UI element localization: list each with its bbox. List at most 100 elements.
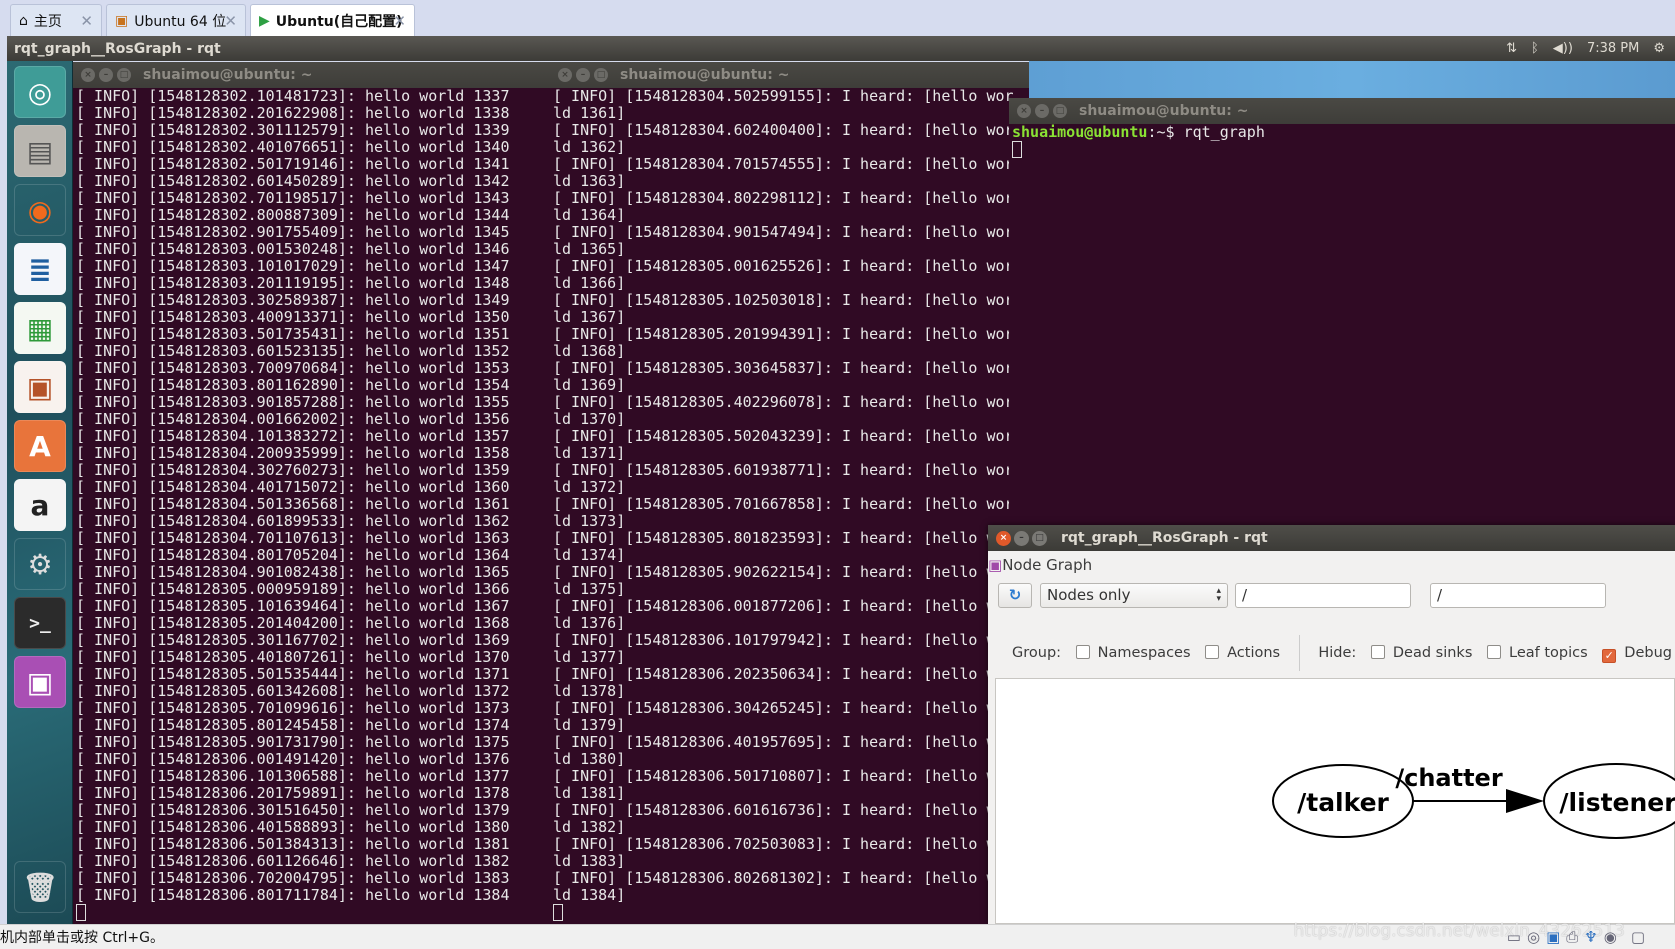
prompt-user: shuaimou@ubuntu [1012, 123, 1148, 141]
network-updown-icon[interactable]: ⇅ [1506, 41, 1517, 56]
close-icon[interactable]: ✕ [224, 12, 237, 30]
log-line: [ INFO] [1548128305.201994391]: I heard:… [553, 325, 1014, 360]
maximize-icon[interactable]: □ [1053, 104, 1067, 118]
ubuntu-dash-icon[interactable]: ◎ [14, 66, 66, 118]
software-center-icon[interactable]: A [14, 420, 66, 472]
node-listener-label: /listener [1559, 788, 1675, 817]
terminal-icon[interactable]: >_ [14, 597, 66, 649]
log-line: [ INFO] [1548128304.401715072]: hello wo… [76, 478, 510, 496]
printer-icon[interactable]: ⎙ [1566, 928, 1578, 946]
graph-mode-select[interactable]: Nodes only ▴ ▾ [1040, 583, 1228, 608]
prompt-path: :~$ [1147, 123, 1184, 141]
checkbox-dead-sinks[interactable]: Dead sinks [1361, 645, 1472, 661]
log-line: [ INFO] [1548128305.001625526]: I heard:… [553, 257, 1014, 292]
checkbox-leaf-topics[interactable]: Leaf topics [1477, 645, 1588, 661]
ubuntu-top-panel: rqt_graph__RosGraph - rqt ⇅ ᛒ ◀)) 7:38 P… [7, 36, 1675, 61]
log-line: [ INFO] [1548128305.701667858]: I heard:… [553, 495, 1014, 530]
checkbox-namespaces[interactable]: Namespaces [1066, 645, 1191, 661]
maximize-icon[interactable]: □ [594, 68, 608, 82]
clock[interactable]: 7:38 PM [1587, 41, 1639, 56]
terminal-window-listener[interactable]: × – □ shuaimou@ubuntu: ~ [ INFO] [154812830… [550, 62, 1029, 924]
minimize-icon[interactable]: – [1035, 104, 1049, 118]
terminal-output[interactable]: [ INFO] [1548128304.502599155]: I heard:… [553, 88, 1014, 924]
log-line: [ INFO] [1548128306.201759891]: hello wo… [76, 784, 510, 802]
log-line: [ INFO] [1548128302.800887309]: hello wo… [76, 206, 510, 224]
log-line: [ INFO] [1548128303.001530248]: hello wo… [76, 240, 510, 258]
log-line: [ INFO] [1548128304.200935999]: hello wo… [76, 444, 510, 462]
plugin-header: ▣Node Graph [988, 556, 1093, 574]
graph-canvas[interactable]: /talker /chatter /listener [995, 678, 1675, 924]
log-line: [ INFO] [1548128304.502599155]: I heard:… [553, 87, 1014, 122]
browser-tab-bar: ⌂ 主页 ✕ ▣ Ubuntu 64 位 ✕ ▶ Ubuntu(自己配置) ✕ [0, 0, 1675, 36]
close-icon[interactable]: × [1017, 104, 1031, 118]
cursor [553, 904, 563, 921]
cursor [1012, 141, 1022, 158]
close-icon[interactable]: ✕ [80, 12, 93, 30]
terminal-title: shuaimou@ubuntu: ~ [143, 67, 313, 83]
log-line: [ INFO] [1548128305.601342608]: hello wo… [76, 682, 510, 700]
checkbox-actions[interactable]: Actions [1195, 645, 1280, 661]
namespace-filter-input[interactable]: / [1235, 583, 1411, 608]
power-gear-icon[interactable]: ⚙ [1653, 41, 1665, 56]
log-line: [ INFO] [1548128304.901082438]: hello wo… [76, 563, 510, 581]
log-line: [ INFO] [1548128303.501735431]: hello wo… [76, 325, 510, 343]
log-line: [ INFO] [1548128306.801711784]: hello wo… [76, 886, 510, 904]
amazon-icon[interactable]: a [14, 479, 66, 531]
checkbox-debug[interactable]: ✓ Debug [1592, 645, 1672, 663]
refresh-button[interactable]: ↻ [998, 583, 1032, 608]
tab-ubuntu-64[interactable]: ▣ Ubuntu 64 位 ✕ [106, 4, 246, 36]
tab-ubuntu-custom[interactable]: ▶ Ubuntu(自己配置) ✕ [250, 4, 415, 36]
log-line: [ INFO] [1548128305.902622154]: I heard:… [553, 563, 1014, 598]
terminal-title: shuaimou@ubuntu: ~ [1079, 103, 1249, 119]
calc-icon[interactable]: ▦ [14, 302, 66, 354]
firefox-icon[interactable]: ◉ [14, 184, 66, 236]
log-line: [ INFO] [1548128304.901547494]: I heard:… [553, 223, 1014, 258]
log-line: [ INFO] [1548128306.301516450]: hello wo… [76, 801, 510, 819]
hdd-icon[interactable]: ▭ [1507, 928, 1521, 946]
vm-frame [0, 36, 7, 924]
log-line: [ INFO] [1548128302.701198517]: hello wo… [76, 189, 510, 207]
maximize-icon[interactable]: □ [117, 68, 131, 82]
rqt-titlebar: × – □ rqt_graph__RosGraph - rqt [988, 525, 1675, 551]
status-hint: 机内部单击或按 Ctrl+G。 [0, 930, 164, 946]
writer-icon[interactable]: ≣ [14, 243, 66, 295]
log-line: [ INFO] [1548128306.304265245]: I heard:… [553, 699, 1014, 734]
log-line: [ INFO] [1548128303.601523135]: hello wo… [76, 342, 510, 360]
impress-icon[interactable]: ▣ [14, 361, 66, 413]
minimize-icon[interactable]: – [99, 68, 113, 82]
rqt-graph-icon[interactable]: ▣ [14, 656, 66, 708]
maximize-icon[interactable]: □ [1032, 530, 1047, 546]
webcam-icon[interactable]: ◉ [1604, 928, 1617, 946]
volume-icon[interactable]: ◀)) [1553, 41, 1573, 56]
terminal-title: shuaimou@ubuntu: ~ [620, 67, 790, 83]
desktop-wallpaper [1029, 61, 1675, 101]
system-settings-icon[interactable]: ⚙ [14, 538, 66, 590]
log-line: [ INFO] [1548128302.501719146]: hello wo… [76, 155, 510, 173]
cdrom-icon[interactable]: ◎ [1527, 928, 1540, 946]
terminal-window-talker[interactable]: × – □ shuaimou@ubuntu: ~ [ INFO] [154812830… [73, 62, 550, 924]
minimize-icon[interactable]: – [1014, 530, 1029, 546]
terminal-output[interactable]: [ INFO] [1548128302.101481723]: hello wo… [76, 88, 550, 924]
log-line: [ INFO] [1548128305.101639464]: hello wo… [76, 597, 510, 615]
window-title: rqt_graph__RosGraph - rqt [14, 40, 221, 57]
rqt-window[interactable]: × – □ rqt_graph__RosGraph - rqt ▣Node Grap… [988, 525, 1675, 924]
minimize-icon[interactable]: – [576, 68, 590, 82]
tab-home[interactable]: ⌂ 主页 ✕ [10, 4, 102, 36]
close-icon[interactable]: × [558, 68, 572, 82]
usb-icon[interactable]: ♆ [1584, 928, 1597, 946]
network-icon[interactable]: ▣ [1546, 928, 1560, 946]
bluetooth-icon[interactable]: ᛒ [1531, 41, 1539, 56]
files-icon[interactable]: ▤ [14, 125, 66, 177]
notes-icon[interactable]: ▢ [1631, 928, 1645, 946]
rqt-title: rqt_graph__RosGraph - rqt [1061, 530, 1268, 546]
log-line: [ INFO] [1548128306.702004795]: hello wo… [76, 869, 510, 887]
close-icon[interactable]: × [81, 68, 95, 82]
close-icon[interactable]: ✕ [393, 12, 406, 30]
log-line: [ INFO] [1548128303.302589387]: hello wo… [76, 291, 510, 309]
close-icon[interactable]: × [996, 530, 1011, 546]
topic-filter-input[interactable]: / [1430, 583, 1606, 608]
trash-icon[interactable]: 🗑 [14, 861, 66, 913]
log-line: [ INFO] [1548128304.001662002]: hello wo… [76, 410, 510, 428]
check-icon[interactable]: ✓ [1602, 649, 1617, 663]
log-line: [ INFO] [1548128305.901731790]: hello wo… [76, 733, 510, 751]
